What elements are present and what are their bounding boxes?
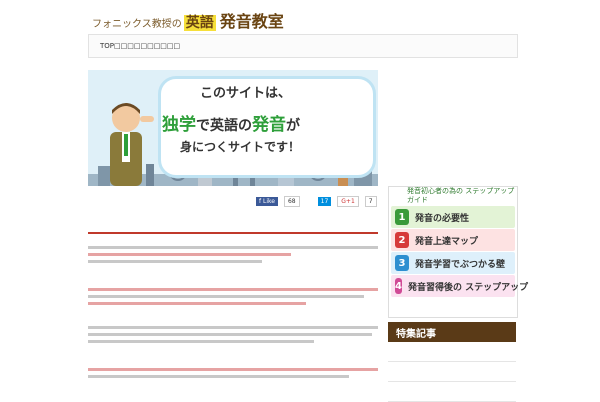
google-plus-count: 7: [364, 196, 377, 207]
facebook-like-button[interactable]: f Like: [256, 197, 278, 206]
nav-item-top[interactable]: TOP□□□□□□□□□□: [89, 42, 191, 50]
site-title-main: 発音教室: [219, 12, 284, 31]
article-title: [88, 222, 378, 234]
article-paragraph-4: [88, 364, 378, 382]
text-line-highlight: [88, 253, 291, 256]
text-line: [88, 326, 378, 329]
hero-line-1: このサイトは、: [200, 86, 292, 101]
guide-title: 発音初心者の為の ステップアップガイド: [407, 187, 515, 204]
hero-word-ga: が: [286, 118, 300, 134]
article-paragraph-2: [88, 284, 378, 309]
site-title-highlight: 英語: [183, 15, 216, 31]
step-2-roadmap[interactable]: 2 発音上達マップ: [391, 229, 515, 251]
site-logo[interactable]: フォニックス教授の 英語 発音教室: [92, 8, 284, 32]
hatena-label[interactable]: [306, 197, 312, 206]
step-label: 発音学習でぶつかる壁: [415, 259, 506, 270]
text-line-highlight: [88, 368, 378, 371]
text-line: [88, 333, 373, 336]
page: フォニックス教授の 英語 発音教室 TOP□□□□□□□□□□ このサイトは、 独学…: [0, 0, 600, 402]
hero-word-pronunciation: 発音: [252, 115, 286, 135]
step-number: 4: [395, 278, 402, 294]
social-share-bar: f Like 68 17 G+1 7: [256, 196, 377, 207]
site-title-small: フォニックス教授の: [92, 19, 182, 30]
text-line: [88, 246, 378, 249]
text-line-highlight: [88, 288, 378, 291]
professor-illustration: [110, 103, 154, 186]
article-paragraph-3: [88, 322, 378, 347]
step-number: 1: [395, 209, 409, 225]
text-line-highlight: [88, 302, 306, 305]
hero-line-2: 独学で英語の発音が: [162, 110, 300, 135]
text-line: [88, 260, 262, 263]
step-1-necessity[interactable]: 1 発音の必要性: [391, 206, 515, 228]
feature-article-link[interactable]: [388, 344, 516, 362]
step-label: 発音の必要性: [415, 213, 470, 224]
hero-word-english: で英語の: [196, 118, 252, 134]
main-nav: TOP□□□□□□□□□□: [88, 34, 518, 58]
hero-line-3: 身につくサイトです！: [180, 140, 301, 154]
hatena-bookmark-button[interactable]: 17: [317, 197, 332, 206]
step-3-walls[interactable]: 3 発音学習でぶつかる壁: [391, 252, 515, 274]
google-plus-button[interactable]: G+1: [337, 196, 359, 207]
step-up-guide: 発音初心者の為の ステップアップガイド 1 発音の必要性 2 発音上達マップ 3…: [388, 186, 528, 318]
feature-articles-heading: 特集記事: [388, 322, 516, 342]
step-label: 発音上達マップ: [415, 236, 479, 247]
hero-banner: このサイトは、 独学で英語の発音が 身につくサイトです！: [88, 70, 378, 186]
like-count: 68: [283, 196, 300, 207]
hero-word-self-study: 独学: [162, 115, 196, 135]
text-line: [88, 295, 364, 298]
text-line: [88, 340, 315, 343]
text-line: [88, 375, 349, 378]
article-paragraph-1: [88, 242, 378, 267]
step-number: 2: [395, 232, 409, 248]
step-number: 3: [395, 255, 409, 271]
step-4-next[interactable]: 4 発音習得後の ステップアップ: [391, 275, 528, 297]
feature-article-link[interactable]: [388, 384, 516, 402]
feature-article-link[interactable]: [388, 364, 516, 382]
step-label: 発音習得後の ステップアップ: [407, 282, 529, 293]
